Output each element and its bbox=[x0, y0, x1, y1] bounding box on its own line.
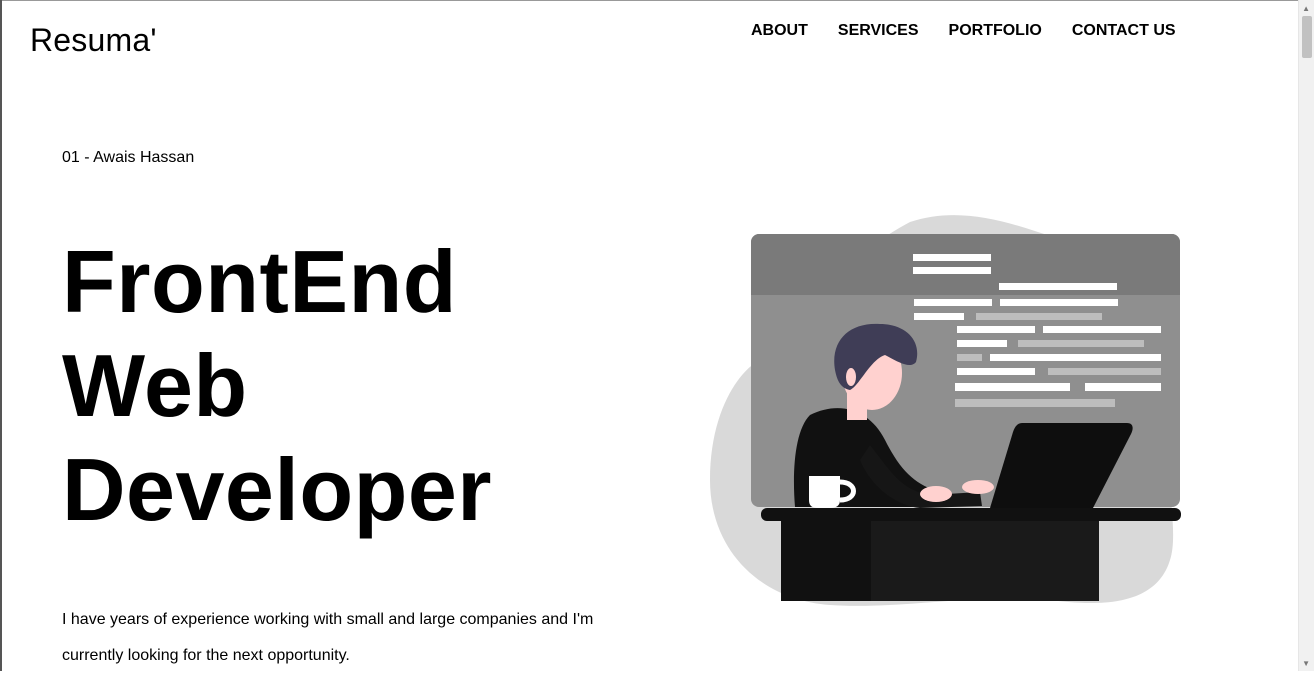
window-top-border bbox=[0, 0, 1314, 1]
scroll-down-arrow-icon[interactable]: ▼ bbox=[1302, 659, 1310, 668]
scroll-up-arrow-icon[interactable]: ▲ bbox=[1302, 4, 1310, 13]
hand-right bbox=[962, 480, 994, 494]
nav-contact-us[interactable]: CONTACT US bbox=[1072, 22, 1176, 40]
nav-services[interactable]: SERVICES bbox=[838, 22, 919, 40]
desk-top bbox=[761, 508, 1181, 521]
desk-panel bbox=[871, 521, 1099, 601]
nav-about[interactable]: ABOUT bbox=[751, 22, 808, 40]
window-left-border bbox=[0, 0, 2, 671]
person-ear bbox=[846, 368, 856, 386]
main-nav: ABOUT SERVICES PORTFOLIO CONTACT US bbox=[751, 22, 1176, 40]
hero-subtitle: 01 - Awais Hassan bbox=[62, 149, 195, 166]
coffee-cup bbox=[809, 476, 840, 508]
headline-line-web: Web bbox=[62, 336, 248, 435]
nav-portfolio[interactable]: PORTFOLIO bbox=[949, 22, 1042, 40]
headline-line-developer: Developer bbox=[62, 440, 493, 539]
hero-bio: I have years of experience working with … bbox=[62, 611, 594, 664]
developer-at-desk-icon bbox=[710, 215, 1181, 606]
scroll-thumb[interactable] bbox=[1302, 16, 1312, 58]
hero-headline: FrontEnd Web Developer bbox=[62, 230, 492, 542]
hand-left bbox=[920, 486, 952, 502]
site-logo[interactable]: Resuma' bbox=[30, 22, 157, 59]
vertical-scrollbar[interactable]: ▲ ▼ bbox=[1298, 0, 1314, 671]
headline-line-frontend: FrontEnd bbox=[62, 232, 458, 331]
